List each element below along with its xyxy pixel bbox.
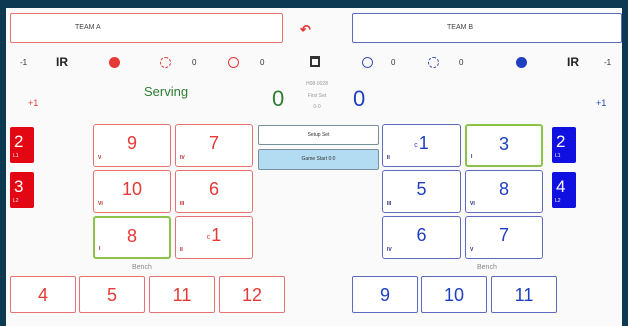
player-number: 7 bbox=[498, 225, 509, 245]
team-a-name: TEAM A bbox=[75, 24, 101, 31]
serving-indicator: Serving bbox=[144, 84, 189, 99]
player-number: c1 bbox=[383, 133, 460, 154]
player-number: 6 bbox=[416, 225, 427, 245]
match-code: H08-0028 bbox=[306, 81, 328, 87]
player-number: 9 bbox=[126, 133, 137, 153]
player-number: 5 bbox=[416, 179, 427, 199]
team-b-timeout-count: 0 bbox=[459, 58, 464, 67]
team-b-alarm-icon[interactable] bbox=[362, 57, 373, 68]
team-b-player-card[interactable]: 6 IV bbox=[382, 216, 461, 259]
team-a-plus-button[interactable]: +1 bbox=[28, 98, 38, 108]
team-b-player-card[interactable]: 8 VI bbox=[465, 170, 543, 213]
team-a-player-card[interactable]: 10 VI bbox=[93, 170, 171, 213]
team-b-score: 0 bbox=[353, 86, 366, 111]
team-b-server-card[interactable]: 3 I bbox=[465, 124, 543, 167]
player-number: 6 bbox=[208, 179, 219, 199]
court-position: IV bbox=[387, 247, 392, 253]
team-b-alarm-count: 0 bbox=[391, 58, 396, 67]
team-a-libero-card[interactable]: 2 L1 bbox=[10, 127, 34, 163]
team-a-bench-player[interactable]: 12 bbox=[219, 276, 285, 313]
team-a-player-card[interactable]: 6 III bbox=[175, 170, 253, 213]
team-a-player-card[interactable]: 7 IV bbox=[175, 124, 253, 167]
player-number: 3 bbox=[498, 134, 509, 154]
bench-number: 10 bbox=[443, 285, 465, 305]
bench-number: 11 bbox=[172, 285, 192, 305]
team-a-libero-card[interactable]: 3 L2 bbox=[10, 172, 34, 208]
game-start-button[interactable]: Game Start 0:0 bbox=[258, 149, 379, 170]
court-position: II bbox=[387, 155, 390, 161]
team-a-player-card[interactable]: c1 II bbox=[175, 216, 253, 259]
team-b-bench-label: Bench bbox=[477, 264, 497, 271]
court-position: III bbox=[180, 201, 185, 207]
court-position: I bbox=[471, 154, 473, 160]
team-a-timeout-icon[interactable] bbox=[160, 57, 171, 68]
team-b-header[interactable]: TEAM B bbox=[352, 13, 622, 43]
court-position: III bbox=[387, 201, 392, 207]
team-a-player-card[interactable]: 9 V bbox=[93, 124, 171, 167]
undo-icon[interactable]: ↶ bbox=[300, 22, 311, 38]
team-b-bench-player[interactable]: 11 bbox=[491, 276, 557, 313]
calendar-icon[interactable] bbox=[310, 56, 320, 67]
player-number: 10 bbox=[121, 179, 143, 199]
team-b-stop-icon[interactable] bbox=[516, 57, 527, 68]
libero-number: 2 bbox=[556, 132, 566, 151]
player-number: c1 bbox=[176, 225, 252, 246]
team-b-timeout-icon[interactable] bbox=[428, 57, 439, 68]
court-position: VI bbox=[98, 201, 103, 207]
bench-number: 12 bbox=[241, 285, 263, 305]
team-a-minus-button[interactable]: -1 bbox=[20, 58, 27, 67]
captain-mark: c bbox=[206, 234, 211, 241]
court-position: IV bbox=[180, 155, 185, 161]
team-b-ir-button[interactable]: IR bbox=[567, 55, 579, 69]
set-label: First Set bbox=[307, 93, 327, 99]
team-a-ir-button[interactable]: IR bbox=[56, 55, 68, 69]
team-a-bench-label: Bench bbox=[132, 264, 152, 271]
team-a-alarm-icon[interactable] bbox=[228, 57, 239, 68]
team-b-player-card[interactable]: 7 V bbox=[465, 216, 543, 259]
team-a-timeout-count: 0 bbox=[192, 58, 197, 67]
team-b-bench-player[interactable]: 10 bbox=[421, 276, 487, 313]
team-b-player-card[interactable]: 5 III bbox=[382, 170, 461, 213]
team-b-libero-card[interactable]: 2 L1 bbox=[552, 127, 576, 163]
team-a-header[interactable]: TEAM A bbox=[10, 13, 283, 43]
team-a-alarm-count: 0 bbox=[260, 58, 265, 67]
player-number: 8 bbox=[498, 179, 509, 199]
bench-number: 5 bbox=[106, 285, 117, 305]
libero-number: 3 bbox=[14, 177, 24, 196]
court-position: I bbox=[99, 246, 101, 252]
libero-label: L2 bbox=[13, 198, 19, 204]
captain-mark: c bbox=[414, 142, 418, 149]
libero-label: L1 bbox=[13, 153, 19, 159]
court-position: V bbox=[98, 155, 102, 161]
team-b-libero-card[interactable]: 4 L2 bbox=[552, 172, 576, 208]
libero-label: L1 bbox=[555, 153, 561, 159]
player-number: 7 bbox=[208, 133, 219, 153]
team-a-bench-player[interactable]: 11 bbox=[149, 276, 215, 313]
player-number: 8 bbox=[126, 226, 137, 246]
team-a-stop-icon[interactable] bbox=[109, 57, 120, 68]
set-score: 0-0 bbox=[313, 104, 321, 110]
bench-number: 4 bbox=[37, 285, 48, 305]
setup-set-button[interactable]: Setup Set bbox=[258, 125, 379, 145]
libero-number: 2 bbox=[14, 132, 24, 151]
libero-label: L2 bbox=[555, 198, 561, 204]
court-position: II bbox=[180, 247, 183, 253]
player-number-value: 1 bbox=[418, 133, 429, 153]
bench-number: 11 bbox=[514, 285, 534, 305]
team-a-server-card[interactable]: 8 I bbox=[93, 216, 171, 259]
player-number-value: 1 bbox=[211, 225, 222, 245]
team-b-plus-button[interactable]: +1 bbox=[596, 98, 606, 108]
team-b-bench-player[interactable]: 9 bbox=[352, 276, 418, 313]
team-a-bench-player[interactable]: 5 bbox=[79, 276, 145, 313]
bench-number: 9 bbox=[379, 285, 390, 305]
court-position: VI bbox=[470, 201, 475, 207]
court-position: V bbox=[470, 247, 474, 253]
scoreboard-screen: TEAM A ↶ TEAM B -1 IR 0 0 0 0 IR -1 +1 S… bbox=[6, 8, 622, 326]
team-b-minus-button[interactable]: -1 bbox=[604, 58, 611, 67]
team-a-score: 0 bbox=[272, 86, 285, 111]
libero-number: 4 bbox=[556, 177, 566, 196]
team-b-player-card[interactable]: c1 II bbox=[382, 124, 461, 167]
team-a-bench-player[interactable]: 4 bbox=[10, 276, 76, 313]
team-b-name: TEAM B bbox=[447, 24, 474, 31]
